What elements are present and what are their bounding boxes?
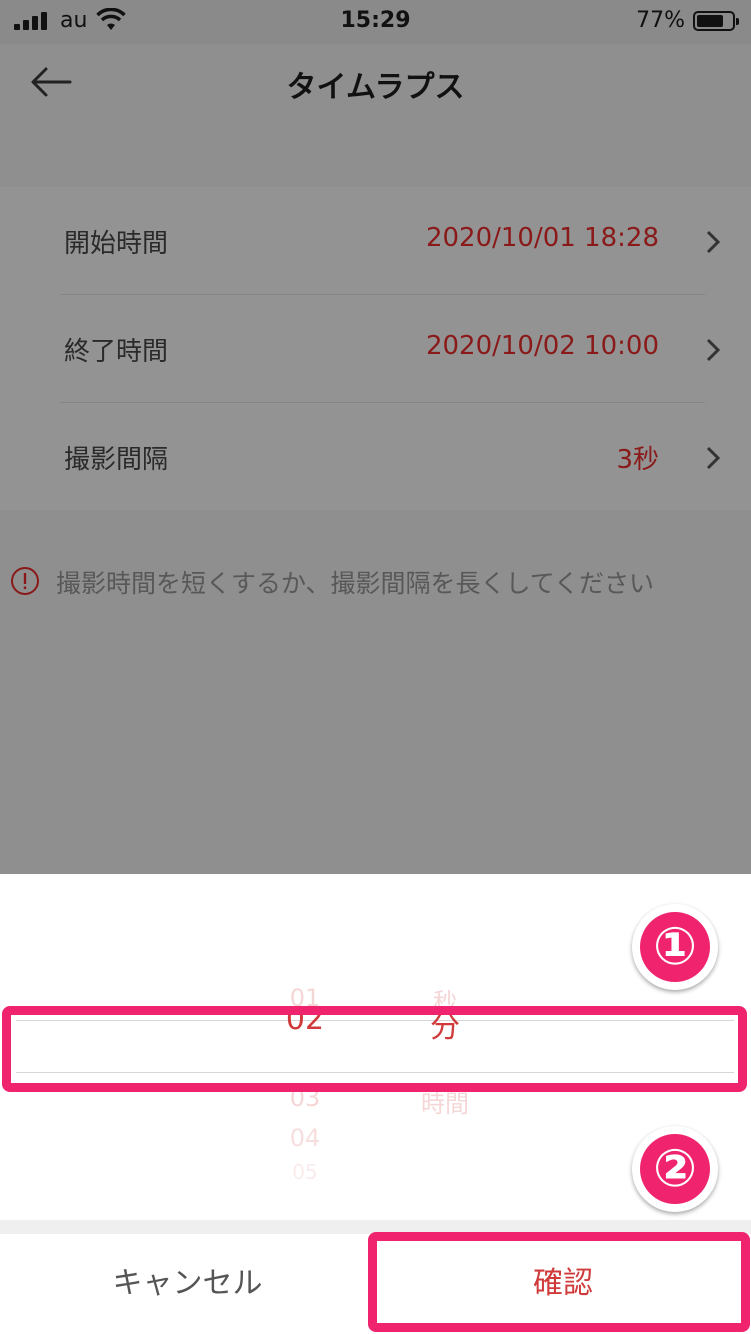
warning-message: 撮影時間を短くするか、撮影間隔を長くしてください [10, 560, 750, 600]
setting-label: 終了時間 [64, 337, 169, 367]
page-title: タイムラプス [286, 70, 465, 105]
setting-label: 開始時間 [64, 229, 169, 259]
action-bar: キャンセル 確認 [0, 1232, 751, 1334]
step-1-label: ① [640, 912, 710, 982]
annotation-highlight-picker [2, 1006, 747, 1092]
picker-number-option[interactable]: 05 [255, 1160, 355, 1184]
setting-row-end-time[interactable]: 終了時間 2020/10/02 10:00 [0, 295, 751, 403]
annotation-step-1: ① [632, 904, 718, 990]
setting-value: 3秒 [616, 445, 659, 475]
step-2-label: ② [640, 1134, 710, 1204]
alert-circle-icon [11, 567, 39, 595]
interval-picker-sheet: 01 02 03 04 05 秒 分 時間 ① ② キャンセル 確認 [0, 874, 751, 1334]
settings-list: 開始時間 2020/10/01 18:28 終了時間 2020/10/02 10… [0, 187, 751, 510]
annotation-highlight-confirm [368, 1232, 750, 1332]
battery-percentage: 77% [636, 8, 685, 33]
chevron-right-icon [706, 446, 721, 470]
setting-value: 2020/10/02 10:00 [425, 331, 659, 361]
annotation-step-2: ② [632, 1126, 718, 1212]
chevron-right-icon [706, 338, 721, 362]
nav-bar: タイムラプス [0, 44, 751, 120]
setting-row-interval[interactable]: 撮影間隔 3秒 [0, 403, 751, 511]
battery-icon [693, 11, 739, 31]
setting-row-start-time[interactable]: 開始時間 2020/10/01 18:28 [0, 187, 751, 295]
setting-label: 撮影間隔 [64, 445, 169, 475]
status-bar: au 15:29 77% [0, 0, 751, 44]
chevron-right-icon [706, 230, 721, 254]
cancel-button[interactable]: キャンセル [0, 1234, 375, 1334]
warning-text: 撮影時間を短くするか、撮影間隔を長くしてください [56, 569, 655, 598]
picker-number-option[interactable]: 04 [255, 1124, 355, 1152]
setting-value: 2020/10/01 18:28 [425, 223, 659, 253]
